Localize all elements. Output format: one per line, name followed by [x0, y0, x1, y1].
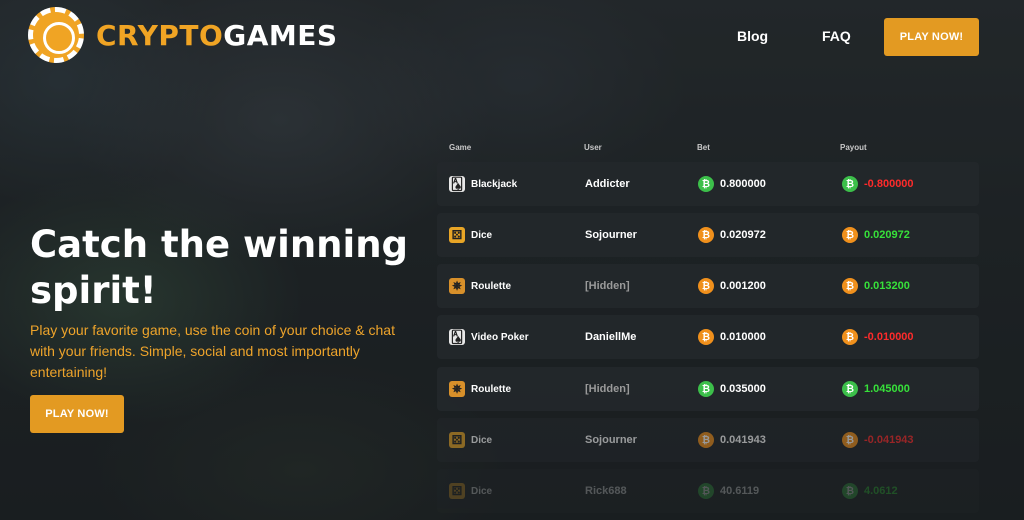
game-name: Roulette: [471, 383, 511, 395]
payout-cell: ₿ 0.020972: [842, 213, 910, 257]
game-cell: ⚄ Dice: [449, 213, 492, 257]
bet-cell: ₿ 40.6119: [698, 469, 759, 513]
casino-chip-icon: [28, 7, 84, 63]
game-name: Blackjack: [471, 178, 518, 190]
bet-amount: 0.020972: [720, 229, 766, 241]
bet-cell: ₿ 0.010000: [698, 315, 766, 359]
logo[interactable]: CRYPTOGAMES: [28, 7, 338, 63]
bet-row: 🂡 Video Poker DaniellMe ₿ 0.010000 ₿ -0.…: [437, 315, 979, 359]
column-header-game: Game: [449, 143, 472, 152]
dice-icon: ⚄: [449, 483, 465, 499]
game-cell: 🂡 Video Poker: [449, 315, 529, 359]
payout-cell: ₿ -0.800000: [842, 162, 914, 206]
payout-cell: ₿ 0.013200: [842, 264, 910, 308]
brand-part-1: CRYPTO: [96, 18, 224, 52]
bet-cell: ₿ 0.800000: [698, 162, 766, 206]
bet-cell: ₿ 0.001200: [698, 264, 766, 308]
user-name[interactable]: DaniellMe: [585, 315, 636, 359]
bet-row: ✵ Roulette [Hidden] ₿ 0.001200 ₿ 0.01320…: [437, 264, 979, 308]
user-name[interactable]: [Hidden]: [585, 367, 630, 411]
cards-icon: 🂡: [449, 176, 465, 192]
nav-blog-link[interactable]: Blog: [737, 28, 768, 44]
payout-cell: ₿ 4.0612: [842, 469, 898, 513]
bitcoin-coin-icon: ₿: [698, 278, 714, 294]
bitcoin-coin-icon: ₿: [842, 329, 858, 345]
game-cell: ⚄ Dice: [449, 418, 492, 462]
game-name: Roulette: [471, 280, 511, 292]
bet-row: 🂡 Blackjack Addicter ₿ 0.800000 ₿ -0.800…: [437, 162, 979, 206]
bitcoin-coin-icon: ₿: [698, 176, 714, 192]
hero-title: Catch the winning spirit!: [30, 223, 409, 312]
game-name: Dice: [471, 229, 493, 241]
game-cell: ⚄ Dice: [449, 469, 492, 513]
brand-name: CRYPTOGAMES: [96, 19, 338, 52]
bet-amount: 40.6119: [720, 485, 760, 497]
bitcoin-coin-icon: ₿: [698, 329, 714, 345]
brand-part-2: GAMES: [223, 18, 338, 52]
hero-play-now-button[interactable]: PLAY NOW!: [30, 395, 124, 433]
column-header-payout: Payout: [840, 143, 867, 152]
payout-amount: 0.013200: [864, 280, 910, 292]
bitcoin-coin-icon: ₿: [842, 381, 858, 397]
bitcoin-coin-icon: ₿: [698, 381, 714, 397]
bet-row: ⚄ Dice Rick688 ₿ 40.6119 ₿ 4.0612: [437, 469, 979, 513]
roulette-icon: ✵: [449, 278, 465, 294]
cards-icon: 🂡: [449, 329, 465, 345]
user-name[interactable]: Addicter: [585, 162, 630, 206]
nav-faq-link[interactable]: FAQ: [822, 28, 851, 44]
bet-amount: 0.041943: [720, 434, 766, 446]
payout-amount: 4.0612: [864, 485, 898, 497]
payout-cell: ₿ -0.010000: [842, 315, 914, 359]
bet-cell: ₿ 0.020972: [698, 213, 766, 257]
user-name[interactable]: Rick688: [585, 469, 627, 513]
bet-amount: 0.010000: [720, 331, 766, 343]
dice-icon: ⚄: [449, 227, 465, 243]
payout-amount: -0.041943: [864, 434, 914, 446]
game-cell: 🂡 Blackjack: [449, 162, 517, 206]
roulette-icon: ✵: [449, 381, 465, 397]
bitcoin-coin-icon: ₿: [842, 278, 858, 294]
bitcoin-coin-icon: ₿: [842, 227, 858, 243]
game-name: Video Poker: [471, 331, 529, 343]
bet-amount: 0.800000: [720, 178, 766, 190]
bitcoin-coin-icon: ₿: [698, 432, 714, 448]
hero-subtitle: Play your favorite game, use the coin of…: [30, 322, 395, 380]
user-name[interactable]: [Hidden]: [585, 264, 630, 308]
bitcoin-coin-icon: ₿: [698, 483, 714, 499]
payout-amount: 0.020972: [864, 229, 910, 241]
game-cell: ✵ Roulette: [449, 264, 511, 308]
bitcoin-coin-icon: ₿: [842, 483, 858, 499]
payout-cell: ₿ 1.045000: [842, 367, 910, 411]
bet-row: ⚄ Dice Sojourner ₿ 0.020972 ₿ 0.020972: [437, 213, 979, 257]
bet-amount: 0.001200: [720, 280, 766, 292]
user-name[interactable]: Sojourner: [585, 213, 637, 257]
game-name: Dice: [471, 485, 493, 497]
bitcoin-coin-icon: ₿: [842, 176, 858, 192]
payout-amount: -0.800000: [864, 178, 914, 190]
bitcoin-coin-icon: ₿: [842, 432, 858, 448]
bet-row: ⚄ Dice Sojourner ₿ 0.041943 ₿ -0.041943: [437, 418, 979, 462]
header-play-now-button[interactable]: PLAY NOW!: [884, 18, 979, 56]
game-cell: ✵ Roulette: [449, 367, 511, 411]
bitcoin-coin-icon: ₿: [698, 227, 714, 243]
payout-amount: 1.045000: [864, 383, 910, 395]
user-name[interactable]: Sojourner: [585, 418, 637, 462]
bet-amount: 0.035000: [720, 383, 766, 395]
column-header-user: User: [584, 143, 602, 152]
game-name: Dice: [471, 434, 493, 446]
bet-cell: ₿ 0.041943: [698, 418, 766, 462]
dice-icon: ⚄: [449, 432, 465, 448]
payout-cell: ₿ -0.041943: [842, 418, 914, 462]
bet-row: ✵ Roulette [Hidden] ₿ 0.035000 ₿ 1.04500…: [437, 367, 979, 411]
bet-cell: ₿ 0.035000: [698, 367, 766, 411]
payout-amount: -0.010000: [864, 331, 914, 343]
column-header-bet: Bet: [697, 143, 710, 152]
